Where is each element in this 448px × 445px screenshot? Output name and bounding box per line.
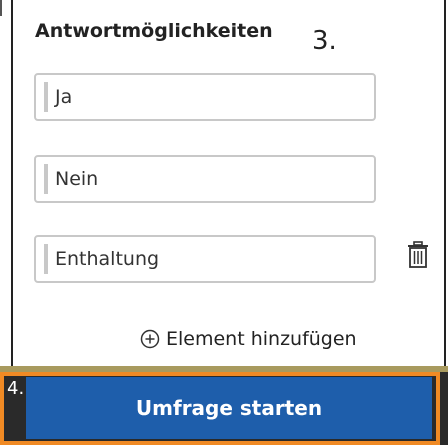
add-element-button[interactable]: Element hinzufügen xyxy=(140,326,357,352)
answer-option-field[interactable]: Nein xyxy=(34,155,376,203)
trash-icon xyxy=(408,241,428,268)
window-edge-marker xyxy=(0,0,2,16)
add-element-label: Element hinzufügen xyxy=(166,328,357,350)
delete-option-button[interactable] xyxy=(407,241,429,269)
answer-option-value: Enthaltung xyxy=(55,248,160,270)
field-accent-bar xyxy=(44,164,48,194)
answer-option-field[interactable]: Enthaltung xyxy=(34,235,376,283)
field-accent-bar xyxy=(44,244,48,274)
answer-option-value: Nein xyxy=(55,168,99,190)
section-title: Antwortmöglichkeiten xyxy=(35,20,273,42)
field-accent-bar xyxy=(44,82,48,112)
answer-option-value: Ja xyxy=(55,86,73,108)
plus-circle-icon xyxy=(140,329,160,349)
step-number: 3. xyxy=(312,26,337,56)
start-survey-button[interactable]: Umfrage starten xyxy=(26,377,432,439)
focus-number: 4. xyxy=(7,378,25,399)
answer-options-panel: Antwortmöglichkeiten 3. Ja Nein Enthaltu… xyxy=(11,0,446,371)
answer-option-field[interactable]: Ja xyxy=(34,73,376,121)
